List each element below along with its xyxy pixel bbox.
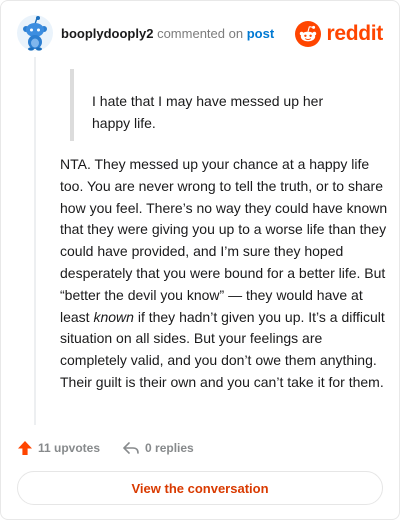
- snoo-avatar-icon[interactable]: [17, 15, 53, 51]
- reply-button[interactable]: 0 replies: [122, 440, 194, 456]
- comment-actions: 11 upvotes 0 replies: [17, 438, 194, 458]
- comment-card: booplydooply2 commented on post reddit I…: [0, 0, 400, 520]
- upvote-count: 11 upvotes: [38, 441, 101, 455]
- comment-header: booplydooply2 commented on post reddit: [17, 15, 383, 55]
- brand-wordmark: reddit: [326, 22, 383, 45]
- commented-on-label: commented on: [157, 26, 244, 41]
- comment-meta: booplydooply2 commented on post: [61, 26, 274, 42]
- reddit-brand[interactable]: reddit: [295, 20, 383, 48]
- reddit-logo-icon: [295, 21, 322, 47]
- post-link[interactable]: post: [247, 26, 274, 41]
- username-link[interactable]: booplydooply2: [61, 26, 153, 41]
- view-conversation-button[interactable]: View the conversation: [17, 471, 383, 505]
- upvote-button[interactable]: 11 upvotes: [17, 440, 100, 456]
- comment-body-emphasis: known: [93, 308, 134, 325]
- quoted-text: I hate that I may have messed up her hap…: [70, 69, 340, 141]
- comment-body-part-1: NTA. They messed up your chance at a hap…: [60, 156, 388, 325]
- comment-body: NTA. They messed up your chance at a hap…: [60, 154, 388, 394]
- reply-count: 0 replies: [145, 441, 194, 455]
- thread-line: [34, 57, 36, 425]
- reply-arrow-icon: [123, 442, 139, 454]
- upvote-arrow-icon: [18, 441, 32, 455]
